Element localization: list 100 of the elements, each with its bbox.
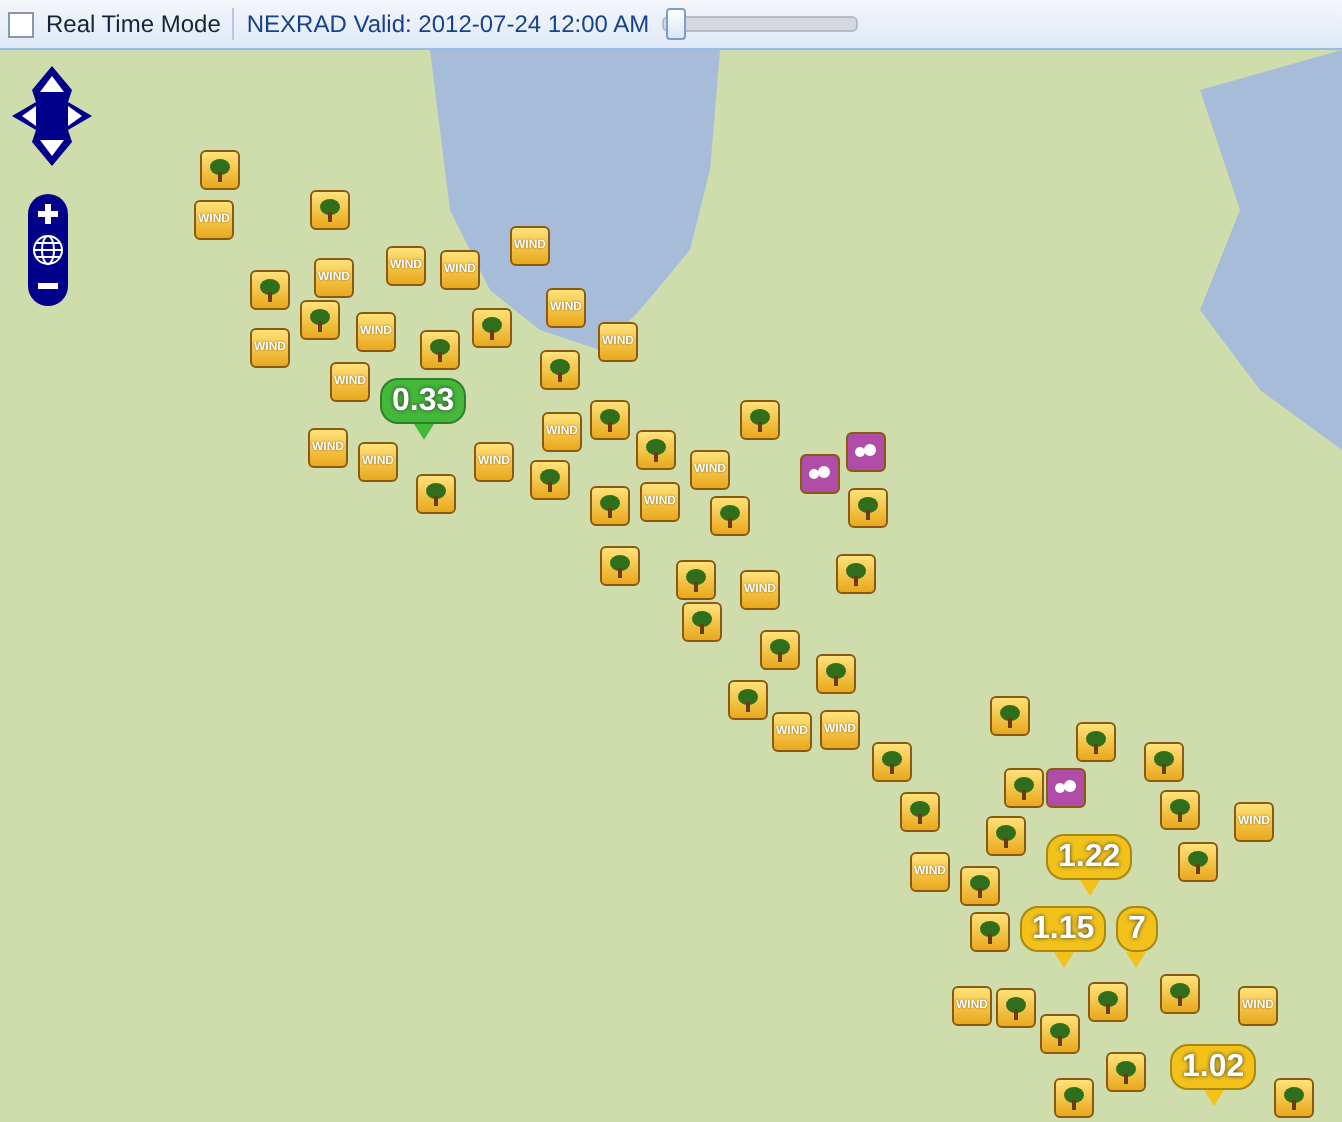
tree-icon	[1084, 730, 1108, 754]
tree-report-marker[interactable]	[416, 474, 456, 514]
world-button[interactable]	[32, 234, 64, 266]
hail-report-marker[interactable]	[1046, 768, 1086, 808]
tree-report-marker[interactable]	[836, 554, 876, 594]
tree-icon	[768, 638, 792, 662]
tree-icon	[1012, 776, 1036, 800]
tree-report-marker[interactable]	[740, 400, 780, 440]
tree-report-marker[interactable]	[1040, 1014, 1080, 1054]
rainfall-callout[interactable]: 7	[1116, 906, 1158, 952]
tree-report-marker[interactable]	[540, 350, 580, 390]
zoom-in-button[interactable]	[32, 198, 64, 230]
tree-report-marker[interactable]	[676, 560, 716, 600]
tree-icon	[1062, 1086, 1086, 1110]
tree-report-marker[interactable]	[1274, 1078, 1314, 1118]
tree-report-marker[interactable]	[1054, 1078, 1094, 1118]
tree-report-marker[interactable]	[1076, 722, 1116, 762]
tree-report-marker[interactable]	[636, 430, 676, 470]
tree-report-marker[interactable]	[1144, 742, 1184, 782]
plus-icon	[36, 202, 60, 226]
tree-icon	[644, 438, 668, 462]
tree-report-marker[interactable]	[848, 488, 888, 528]
tree-report-marker[interactable]	[970, 912, 1010, 952]
real-time-checkbox[interactable]	[8, 11, 34, 37]
tree-icon	[538, 468, 562, 492]
tree-icon	[428, 338, 452, 362]
tree-report-marker[interactable]	[960, 866, 1000, 906]
tree-report-marker[interactable]	[472, 308, 512, 348]
tree-report-marker[interactable]	[760, 630, 800, 670]
hail-icon	[854, 442, 878, 462]
tree-icon	[308, 308, 332, 332]
tree-icon	[1186, 850, 1210, 874]
tree-report-marker[interactable]	[1088, 982, 1128, 1022]
tree-report-marker[interactable]	[816, 654, 856, 694]
hail-icon	[1054, 778, 1078, 798]
hail-icon	[808, 464, 832, 484]
tree-icon	[608, 554, 632, 578]
tree-icon	[1168, 798, 1192, 822]
tree-icon	[424, 482, 448, 506]
tree-report-marker[interactable]	[1160, 974, 1200, 1014]
tree-icon	[998, 704, 1022, 728]
tree-report-marker[interactable]	[872, 742, 912, 782]
tree-icon	[1152, 750, 1176, 774]
tree-icon	[994, 824, 1018, 848]
tree-icon	[748, 408, 772, 432]
tree-report-marker[interactable]	[300, 300, 340, 340]
tree-icon	[844, 562, 868, 586]
rainfall-callout[interactable]: 1.22	[1046, 834, 1133, 880]
tree-report-marker[interactable]	[900, 792, 940, 832]
tree-icon	[480, 316, 504, 340]
tree-icon	[718, 504, 742, 528]
tree-report-marker[interactable]	[1106, 1052, 1146, 1092]
tree-icon	[1004, 996, 1028, 1020]
tree-icon	[978, 920, 1002, 944]
tree-report-marker[interactable]	[1178, 842, 1218, 882]
callout-pointer	[1203, 1090, 1224, 1106]
tree-report-marker[interactable]	[590, 400, 630, 440]
tree-icon	[684, 568, 708, 592]
tree-icon	[824, 662, 848, 686]
tree-icon	[880, 750, 904, 774]
tree-icon	[318, 198, 342, 222]
tree-report-marker[interactable]	[250, 270, 290, 310]
hail-report-marker[interactable]	[800, 454, 840, 494]
rainfall-callout[interactable]: 0.33	[380, 378, 467, 424]
tree-icon	[1282, 1086, 1306, 1110]
tree-report-marker[interactable]	[600, 546, 640, 586]
callout-pointer	[413, 424, 434, 440]
real-time-label: Real Time Mode	[46, 10, 221, 38]
pan-control-icon[interactable]	[12, 66, 92, 166]
tree-icon	[1168, 982, 1192, 1006]
tree-icon	[968, 874, 992, 898]
tree-icon	[1096, 990, 1120, 1014]
tree-report-marker[interactable]	[1004, 768, 1044, 808]
hail-report-marker[interactable]	[846, 432, 886, 472]
tree-icon	[736, 688, 760, 712]
tree-icon	[908, 800, 932, 824]
tree-report-marker[interactable]	[1160, 790, 1200, 830]
valid-time-label: NEXRAD Valid: 2012-07-24 12:00 AM	[246, 10, 650, 38]
tree-icon	[548, 358, 572, 382]
tree-report-marker[interactable]	[310, 190, 350, 230]
tree-report-marker[interactable]	[590, 486, 630, 526]
callout-pointer	[1053, 952, 1074, 968]
tree-icon	[690, 610, 714, 634]
tree-report-marker[interactable]	[200, 150, 240, 190]
tree-report-marker[interactable]	[710, 496, 750, 536]
tree-report-marker[interactable]	[420, 330, 460, 370]
globe-icon	[32, 234, 64, 266]
rainfall-callout[interactable]: 1.02	[1170, 1044, 1257, 1090]
tree-icon	[1114, 1060, 1138, 1084]
tree-report-marker[interactable]	[996, 988, 1036, 1028]
tree-icon	[208, 158, 232, 182]
tree-report-marker[interactable]	[990, 696, 1030, 736]
rainfall-callout[interactable]: 1.15	[1020, 906, 1107, 952]
tree-report-marker[interactable]	[728, 680, 768, 720]
tree-icon	[856, 496, 880, 520]
slider-thumb[interactable]	[666, 8, 687, 40]
tree-report-marker[interactable]	[986, 816, 1026, 856]
tree-report-marker[interactable]	[530, 460, 570, 500]
tree-icon	[1048, 1022, 1072, 1046]
tree-report-marker[interactable]	[682, 602, 722, 642]
